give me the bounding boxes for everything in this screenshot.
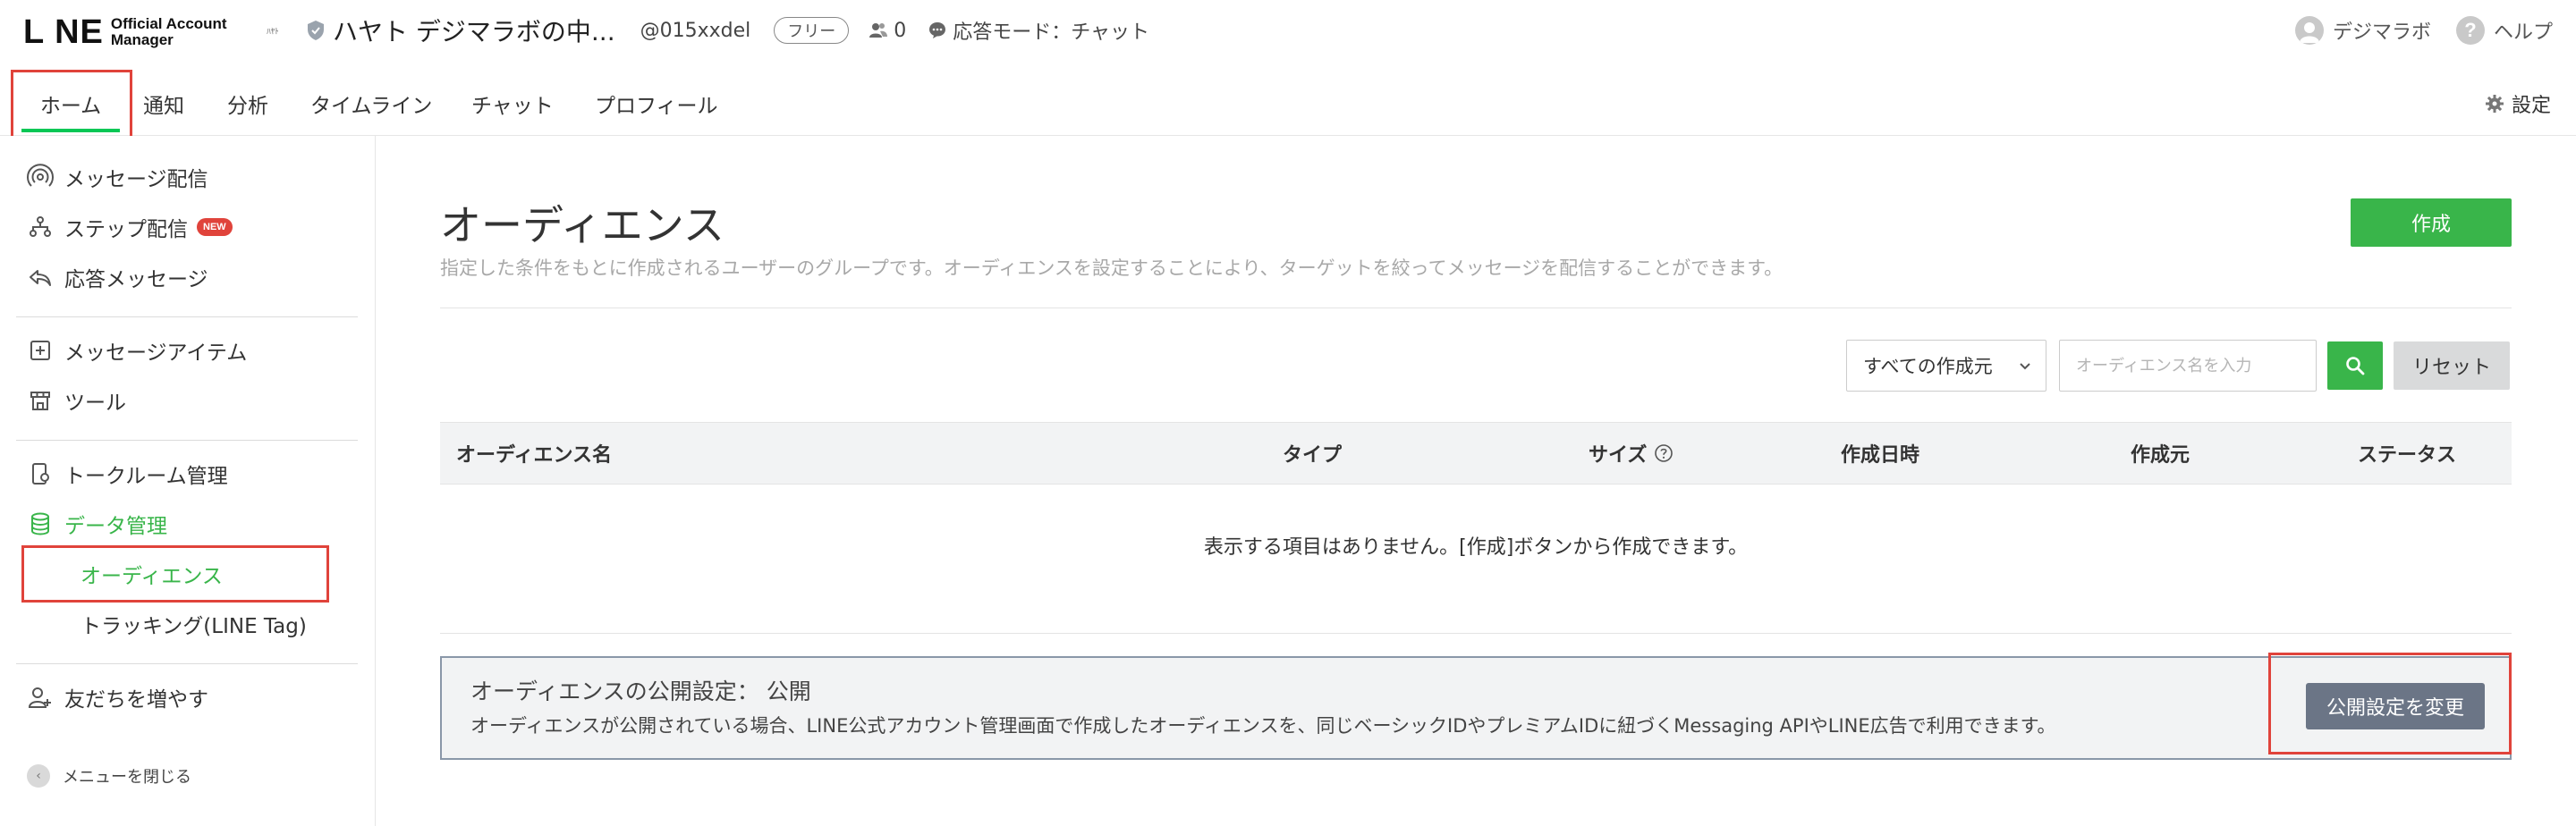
- help-circle-icon[interactable]: [1654, 443, 1674, 463]
- creator-filter-select[interactable]: すべての作成元: [1846, 340, 2046, 392]
- new-badge: NEW: [197, 218, 233, 236]
- sidebar-item-label: メッセージアイテム: [64, 341, 248, 365]
- logo-subtitle: Official Account Manager: [111, 16, 227, 48]
- top-header: L NE Official Account Manager ﾊﾔﾄ ハヤト デジ…: [0, 0, 2576, 72]
- plan-badge: フリー: [774, 17, 850, 44]
- broadcast-icon: [27, 164, 54, 187]
- sidebar-item-label: トークルーム管理: [64, 465, 228, 488]
- sidebar-item-label: 友だちを増やす: [64, 688, 208, 712]
- tab-chat[interactable]: チャット: [471, 72, 554, 136]
- store-icon: [30, 392, 50, 410]
- friends-count-value: 0: [894, 19, 907, 42]
- tab-notifications[interactable]: 通知: [143, 72, 184, 136]
- friends-count: 0: [869, 20, 906, 42]
- response-mode-label: 応答モード：チャット: [953, 21, 1150, 44]
- account-name: ハヤト デジマラボの中...: [333, 17, 615, 46]
- sidebar-item-label: データ管理: [64, 515, 167, 538]
- main-nav: ホーム 通知 分析 タイムライン チャット プロフィール 設定: [0, 72, 2576, 136]
- help-icon[interactable]: ?: [2455, 16, 2485, 45]
- help-link[interactable]: ヘルプ: [2494, 16, 2553, 45]
- sidebar-item-auto-reply[interactable]: 応答メッセージ: [27, 259, 208, 295]
- sidebar-item-add-friends[interactable]: 友だちを増やす: [27, 679, 208, 715]
- reply-icon: [30, 270, 51, 286]
- column-header-created-at[interactable]: 作成日時: [1841, 423, 1919, 484]
- publish-settings-panel: オーディエンスの公開設定： 公開 オーディエンスが公開されている場合、LINE公…: [440, 656, 2512, 760]
- column-header-type[interactable]: タイプ: [1283, 423, 1342, 484]
- sidebar-subitem-audience[interactable]: オーディエンス: [80, 556, 223, 592]
- tab-home[interactable]: ホーム: [21, 72, 120, 136]
- phone-icon: [32, 463, 49, 485]
- column-header-name[interactable]: オーディエンス名: [456, 423, 612, 484]
- sidebar: メッセージ配信 ステップ配信 NEW 応答メッセージ メッセージアイテム ツール: [0, 136, 376, 826]
- line-oa-logo[interactable]: L NE Official Account Manager: [23, 14, 227, 50]
- sidebar-item-message-items[interactable]: メッセージアイテム: [27, 333, 247, 368]
- page-title: オーディエンス: [440, 201, 724, 249]
- column-header-size-label: サイズ: [1589, 444, 1648, 467]
- user-name[interactable]: デジマラボ: [2333, 16, 2431, 45]
- sidebar-item-talkroom[interactable]: トークルーム管理: [27, 456, 228, 492]
- chevron-left-icon: ‹: [27, 764, 50, 788]
- response-mode[interactable]: 応答モード：チャット: [928, 16, 1149, 45]
- sidebar-subitem-tracking[interactable]: トラッキング(LINE Tag): [80, 606, 307, 642]
- logo-wordmark: L NE: [23, 13, 104, 51]
- publish-settings-title: オーディエンスの公開設定： 公開: [470, 678, 811, 704]
- search-button[interactable]: [2327, 341, 2383, 390]
- sidebar-item-tools[interactable]: ツール: [27, 383, 126, 418]
- page-description: 指定した条件をもとに作成されるユーザーのグループです。オーディエンスを設定するこ…: [440, 257, 1784, 279]
- collapse-menu-button[interactable]: ‹ メニューを閉じる: [27, 760, 191, 792]
- create-button[interactable]: 作成: [2351, 198, 2512, 247]
- table-header: オーディエンス名 タイプ サイズ 作成日時 作成元 ステータス: [440, 422, 2512, 485]
- header-right: デジマラボ ? ヘルプ: [2294, 14, 2553, 46]
- tab-profile[interactable]: プロフィール: [595, 72, 718, 136]
- sidebar-divider: [16, 316, 358, 317]
- column-header-status[interactable]: ステータス: [2358, 423, 2456, 484]
- sidebar-item-label: ツール: [64, 392, 126, 415]
- tab-timeline[interactable]: タイムライン: [310, 72, 432, 136]
- step-icon: [30, 216, 51, 237]
- chevron-down-icon: [2020, 363, 2030, 370]
- user-avatar-icon: [2299, 22, 2319, 43]
- audience-search-input[interactable]: [2059, 340, 2317, 392]
- collapse-menu-label: メニューを閉じる: [63, 768, 191, 787]
- chat-bubble-icon: [929, 22, 946, 38]
- friends-icon: [869, 23, 888, 38]
- settings-link[interactable]: 設定: [2485, 72, 2551, 136]
- column-header-size[interactable]: サイズ: [1589, 423, 1674, 484]
- shield-icon: [308, 21, 324, 40]
- user-avatar[interactable]: [2294, 16, 2324, 45]
- table-empty-message: 表示する項目はありません。[作成]ボタンから作成できます。: [1203, 536, 1749, 559]
- sidebar-item-data-management[interactable]: データ管理: [27, 506, 167, 542]
- sidebar-divider: [16, 663, 358, 664]
- sidebar-divider: [16, 440, 358, 441]
- sidebar-item-message-broadcast[interactable]: メッセージ配信: [27, 159, 208, 195]
- sidebar-item-label: ステップ配信: [64, 218, 188, 241]
- search-icon: [2346, 357, 2365, 375]
- sidebar-item-label: 応答メッセージ: [64, 268, 208, 291]
- account-switcher[interactable]: ﾊﾔﾄ ハヤト デジマラボの中... @015xxdel フリー 0 応答モード…: [259, 13, 1149, 48]
- publish-settings-description: オーディエンスが公開されている場合、LINE公式アカウント管理画面で作成したオー…: [470, 715, 2056, 737]
- sidebar-item-step-broadcast[interactable]: ステップ配信 NEW: [27, 209, 233, 245]
- tab-analytics[interactable]: 分析: [227, 72, 268, 136]
- logo-subtitle-line1: Official Account: [110, 15, 227, 32]
- account-id: @015xxdel: [640, 19, 751, 42]
- gear-icon: [2485, 95, 2504, 113]
- change-publish-settings-button[interactable]: 公開設定を変更: [2306, 683, 2485, 729]
- settings-label: 設定: [2511, 95, 2551, 117]
- main-content: オーディエンス 指定した条件をもとに作成されるユーザーのグループです。オーディエ…: [376, 136, 2576, 826]
- sidebar-item-label: メッセージ配信: [64, 168, 208, 191]
- creator-filter-value: すべての作成元: [1863, 356, 1993, 377]
- add-user-icon: [28, 687, 51, 708]
- account-thumbnail: ﾊﾔﾄ: [267, 27, 279, 37]
- section-divider: [440, 633, 2512, 634]
- column-header-creator[interactable]: 作成元: [2131, 423, 2190, 484]
- reset-button[interactable]: リセット: [2394, 341, 2510, 390]
- plus-square-icon: [30, 341, 50, 360]
- database-icon: [31, 512, 49, 535]
- logo-subtitle-line2: Manager: [110, 31, 174, 48]
